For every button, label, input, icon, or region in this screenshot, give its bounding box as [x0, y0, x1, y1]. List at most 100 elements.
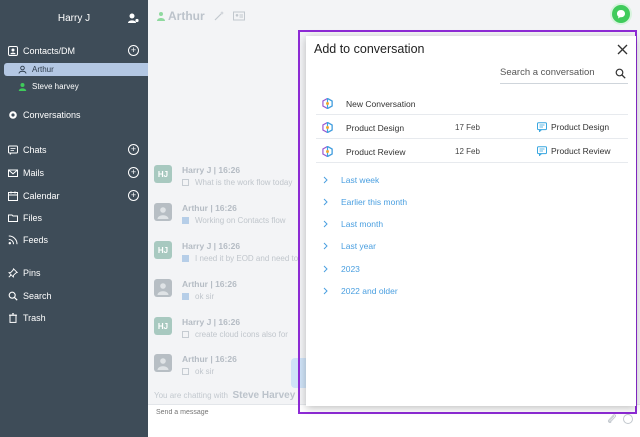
- message-text-row: create cloud icons also for: [182, 330, 288, 339]
- contacts-icon: [8, 46, 18, 56]
- conversation-type: Product Design: [537, 122, 609, 132]
- mail-icon: [8, 168, 18, 178]
- nav-search[interactable]: Search: [0, 287, 148, 305]
- message-header: Harry J | 16:26: [182, 317, 241, 327]
- nav-calendar[interactable]: Calendar +: [0, 187, 148, 205]
- contact-card-icon[interactable]: [232, 10, 245, 22]
- chatting-with-label: You are chatting with Steve Harvey: [154, 390, 295, 401]
- group-last-year[interactable]: Last year: [322, 239, 522, 253]
- folder-icon: [8, 213, 18, 223]
- search-input[interactable]: [500, 67, 605, 78]
- dialog-title: Add to conversation: [314, 42, 425, 56]
- profile-photo-icon: [157, 358, 169, 370]
- nav-pins[interactable]: Pins: [0, 264, 148, 282]
- user-header: Harry J: [0, 0, 148, 40]
- chatting-with-prefix: You are chatting with: [154, 391, 228, 400]
- conversation-logo-icon: [322, 146, 333, 157]
- user-settings-icon[interactable]: [127, 12, 139, 24]
- conversation-logo-icon: [322, 122, 333, 133]
- avatar: [154, 203, 172, 221]
- calendar-icon: [8, 191, 18, 201]
- add-mail-button[interactable]: +: [128, 167, 139, 178]
- conversation-type-label: Product Design: [551, 122, 610, 132]
- nav-mails-label: Mails: [23, 168, 45, 178]
- chat-icon: [8, 145, 18, 155]
- nav-files[interactable]: Files: [0, 209, 148, 227]
- message-text-row: What is the work flow today: [182, 178, 292, 187]
- avatar: HJ: [154, 317, 172, 335]
- contact-item-arthur[interactable]: Arthur: [4, 63, 148, 76]
- attachment-icon[interactable]: [606, 413, 618, 425]
- conversation-name: New Conversation: [346, 99, 416, 109]
- nav-contacts-label: Contacts/DM: [23, 46, 76, 56]
- chevron-right-icon: [323, 198, 328, 206]
- conversation-logo-icon: [322, 98, 333, 109]
- nav-feeds[interactable]: Feeds: [0, 231, 148, 249]
- chevron-right-icon: [323, 176, 328, 184]
- pin-icon: [8, 268, 18, 278]
- conversation-date: 17 Feb: [455, 123, 480, 132]
- conversation-search: [500, 64, 628, 84]
- nav-mails[interactable]: Mails +: [0, 164, 148, 182]
- message-checkbox[interactable]: [182, 368, 189, 375]
- avatar: HJ: [154, 165, 172, 183]
- message-checkbox[interactable]: [182, 217, 189, 224]
- avatar: [154, 279, 172, 297]
- message-text: Working on Contacts flow: [195, 216, 286, 225]
- group-label: Last week: [341, 175, 380, 185]
- group-2023[interactable]: 2023: [322, 262, 522, 276]
- message-text-row: I need it by EOD and need to: [182, 254, 298, 263]
- group-last-month[interactable]: Last month: [322, 217, 522, 231]
- group-earlier-this-month[interactable]: Earlier this month: [322, 195, 522, 209]
- person-icon: [18, 65, 27, 74]
- conversation-row[interactable]: New Conversation: [316, 92, 628, 115]
- chat-bubble-icon: [537, 146, 547, 156]
- message-text: What is the work flow today: [195, 178, 293, 187]
- nav-chats-label: Chats: [23, 145, 47, 155]
- magic-wand-icon[interactable]: [213, 10, 225, 22]
- chevron-right-icon: [323, 242, 328, 250]
- group-2022-and-older[interactable]: 2022 and older: [322, 284, 522, 298]
- conversation-row[interactable]: Product Review 12 Feb Product Review: [316, 140, 628, 163]
- chevron-right-icon: [323, 265, 328, 273]
- conversation-row[interactable]: Product Design 17 Feb Product Design: [316, 116, 628, 139]
- nav-trash-label: Trash: [23, 313, 46, 323]
- nav-calendar-label: Calendar: [23, 191, 60, 201]
- message-checkbox[interactable]: [182, 293, 189, 300]
- nav-pins-label: Pins: [23, 268, 41, 278]
- emoji-icon[interactable]: [622, 413, 634, 425]
- message-text-row: ok sir: [182, 292, 214, 301]
- group-label: Earlier this month: [341, 197, 408, 207]
- person-online-icon: [18, 82, 27, 91]
- add-chat-button[interactable]: +: [128, 144, 139, 155]
- nav-conversations[interactable]: Conversations: [0, 106, 148, 124]
- avatar: HJ: [154, 241, 172, 259]
- message-checkbox[interactable]: [182, 179, 189, 186]
- message-checkbox[interactable]: [182, 255, 189, 262]
- add-calendar-button[interactable]: +: [128, 190, 139, 201]
- nav-contacts[interactable]: Contacts/DM +: [0, 42, 148, 60]
- chat-status-badge[interactable]: [612, 5, 630, 23]
- conversation-type-label: Product Review: [551, 146, 611, 156]
- message-text: create cloud icons also for: [195, 330, 288, 339]
- message-header: Arthur | 16:26: [182, 354, 237, 364]
- nav-chats[interactable]: Chats +: [0, 141, 148, 159]
- close-icon[interactable]: [617, 44, 628, 55]
- add-contact-button[interactable]: +: [128, 45, 139, 56]
- trash-icon: [8, 313, 18, 323]
- add-to-conversation-dialog: Add to conversation New Conversation Pro…: [306, 36, 636, 406]
- message-checkbox[interactable]: [182, 331, 189, 338]
- group-last-week[interactable]: Last week: [322, 173, 522, 187]
- search-icon[interactable]: [615, 68, 626, 79]
- nav-trash[interactable]: Trash: [0, 309, 148, 327]
- person-online-icon: [157, 12, 165, 21]
- user-name: Harry J: [57, 13, 91, 24]
- contact-item-steve-harvey[interactable]: Steve harvey: [4, 80, 148, 93]
- avatar: [154, 354, 172, 372]
- group-label: Last month: [341, 219, 384, 229]
- group-label: Last year: [341, 241, 376, 251]
- sidebar: Harry J Contacts/DM + Arthur Steve harve…: [0, 0, 148, 437]
- message-header: Arthur | 16:26: [182, 279, 237, 289]
- chat-title: Arthur: [168, 9, 205, 23]
- nav-files-label: Files: [23, 213, 43, 223]
